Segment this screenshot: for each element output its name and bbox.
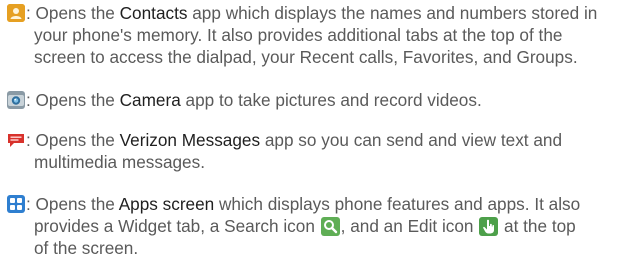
contacts-line-3: screen to access the dialpad, your Recen…: [34, 47, 578, 67]
apps-line-1: : Opens the Apps screen which displays p…: [7, 193, 635, 215]
edit-icon: [479, 217, 499, 236]
messages-entry: : Opens the Verizon Messages app so you …: [7, 129, 635, 173]
messages-line-1: : Opens the Verizon Messages app so you …: [7, 129, 635, 151]
messages-app-name: Verizon Messages: [119, 130, 261, 150]
search-icon: [320, 217, 340, 236]
apps-icon: [7, 195, 25, 213]
contacts-entry: : Opens the Contacts app which displays …: [7, 2, 635, 68]
apps-entry: : Opens the Apps screen which displays p…: [7, 193, 635, 259]
camera-app-name: Camera: [119, 90, 181, 110]
messages-icon: [7, 131, 25, 149]
contacts-line-1: : Opens the Contacts app which displays …: [7, 2, 635, 24]
apps-line-2: provides a Widget tab, a Search icon , a…: [34, 216, 576, 236]
apps-line-3: of the screen.: [34, 238, 139, 258]
contacts-icon: [7, 4, 25, 22]
messages-line-2: multimedia messages.: [34, 152, 205, 172]
camera-line-1: : Opens the Camera app to take pictures …: [7, 89, 635, 111]
contacts-line-2: your phone's memory. It also provides ad…: [34, 25, 563, 45]
camera-entry: : Opens the Camera app to take pictures …: [7, 89, 635, 111]
apps-screen-name: Apps screen: [118, 194, 215, 214]
camera-icon: [7, 91, 25, 109]
contacts-app-name: Contacts: [119, 3, 188, 23]
